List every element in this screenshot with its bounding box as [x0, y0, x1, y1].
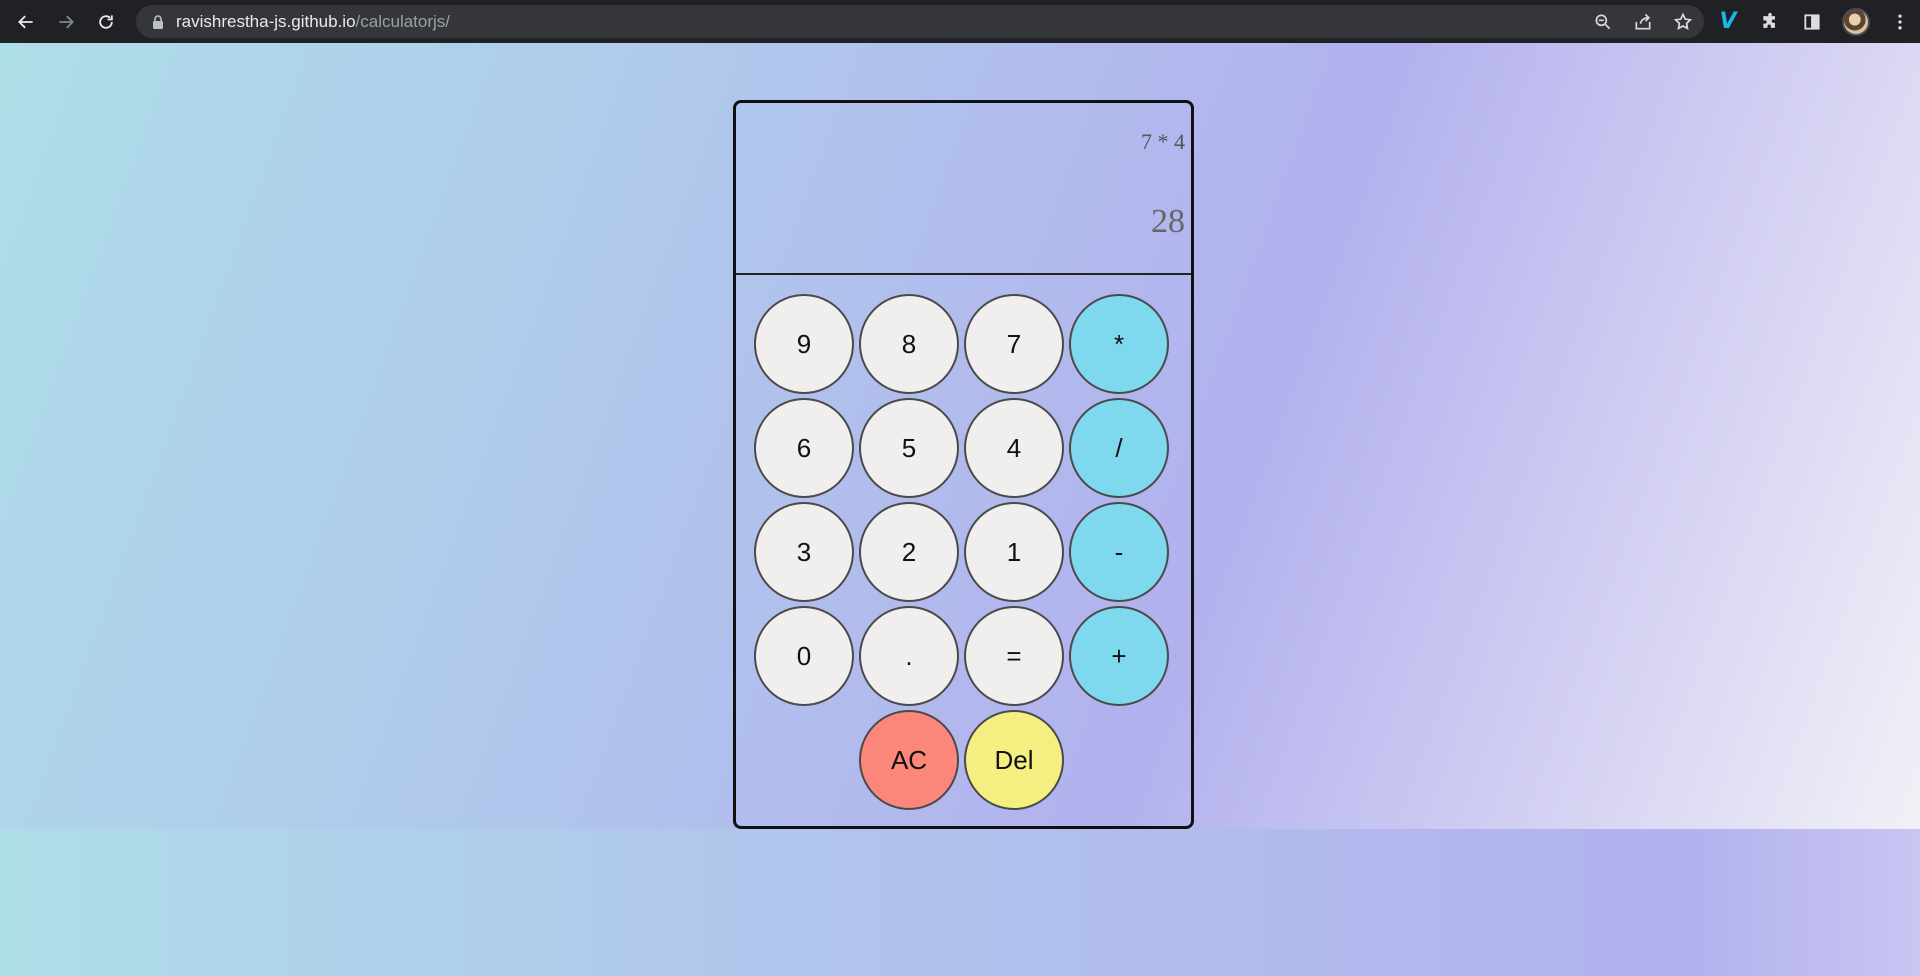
- key-2[interactable]: 2: [859, 502, 959, 602]
- key-5[interactable]: 5: [859, 398, 959, 498]
- key-9[interactable]: 9: [754, 294, 854, 394]
- lock-icon: [150, 14, 166, 30]
- key-7[interactable]: 7: [964, 294, 1064, 394]
- address-bar[interactable]: ravishrestha-js.github.io/calculatorjs/: [136, 5, 1704, 38]
- menu-kebab-icon[interactable]: [1888, 10, 1912, 34]
- all-clear-button[interactable]: AC: [859, 710, 959, 810]
- page-background: 7 * 4 28 9 8 7 * 6 5 4 / 3 2 1 - 0 . = +…: [0, 43, 1920, 976]
- previous-operand: 7 * 4: [1141, 129, 1185, 154]
- forward-icon[interactable]: [46, 2, 86, 42]
- side-panel-icon[interactable]: [1800, 10, 1824, 34]
- key-0[interactable]: 0: [754, 606, 854, 706]
- key-8[interactable]: 8: [859, 294, 959, 394]
- key-decimal[interactable]: .: [859, 606, 959, 706]
- delete-button[interactable]: Del: [964, 710, 1064, 810]
- profile-avatar[interactable]: [1842, 7, 1870, 36]
- key-4[interactable]: 4: [964, 398, 1064, 498]
- vimeo-icon[interactable]: V: [1716, 9, 1740, 34]
- browser-toolbar: ravishrestha-js.github.io/calculatorjs/ …: [0, 0, 1920, 43]
- key-3[interactable]: 3: [754, 502, 854, 602]
- bookmark-star-icon[interactable]: [1672, 11, 1694, 33]
- extensions-puzzle-icon[interactable]: [1758, 10, 1782, 34]
- calculator: 7 * 4 28 9 8 7 * 6 5 4 / 3 2 1 - 0 . = +…: [733, 100, 1194, 829]
- reload-icon[interactable]: [86, 2, 126, 42]
- key-6[interactable]: 6: [754, 398, 854, 498]
- key-multiply[interactable]: *: [1069, 294, 1169, 394]
- key-subtract[interactable]: -: [1069, 502, 1169, 602]
- back-icon[interactable]: [6, 2, 46, 42]
- url-host: ravishrestha-js.github.io: [176, 11, 356, 31]
- key-1[interactable]: 1: [964, 502, 1064, 602]
- current-operand: 28: [1151, 203, 1185, 240]
- key-divide[interactable]: /: [1069, 398, 1169, 498]
- share-icon[interactable]: [1632, 11, 1654, 33]
- calculator-display: 7 * 4 28: [736, 103, 1191, 275]
- key-add[interactable]: +: [1069, 606, 1169, 706]
- url-text[interactable]: ravishrestha-js.github.io/calculatorjs/: [176, 12, 450, 32]
- key-equals[interactable]: =: [964, 606, 1064, 706]
- url-path: /calculatorjs/: [355, 11, 451, 31]
- zoom-icon[interactable]: [1592, 11, 1614, 33]
- keypad: 9 8 7 * 6 5 4 / 3 2 1 - 0 . = + AC Del: [754, 294, 1174, 810]
